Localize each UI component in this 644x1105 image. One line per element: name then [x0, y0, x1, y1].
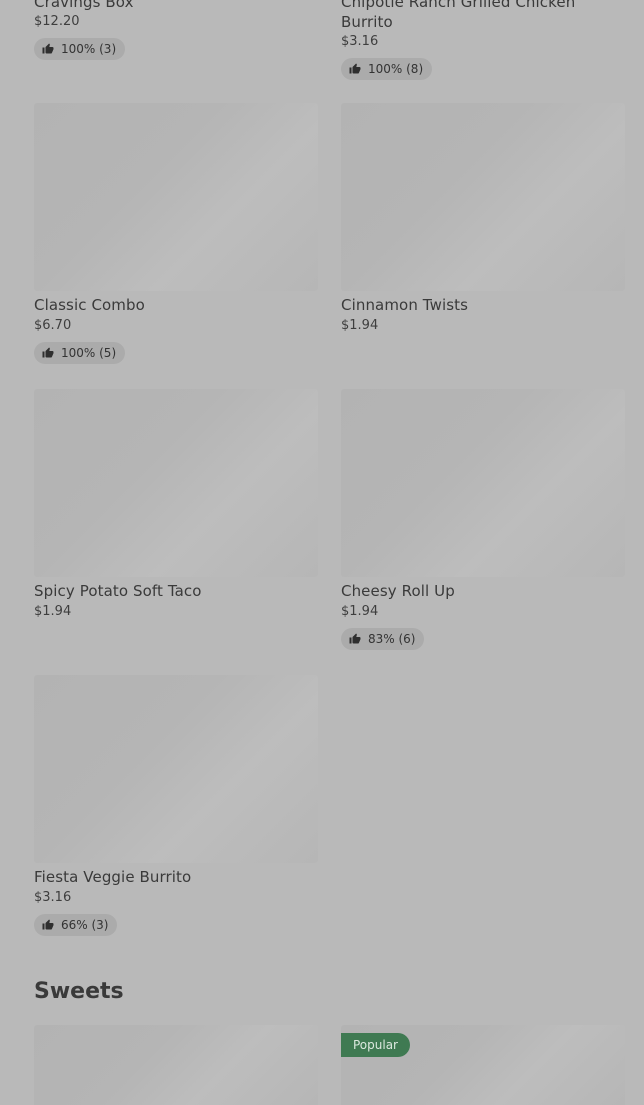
- menu-item-cinnamon-twists[interactable]: Cinnamon Twists $1.94: [341, 103, 625, 334]
- rating-badge: 83% (6): [341, 628, 425, 650]
- item-price: $12.20: [34, 14, 80, 29]
- item-name: Cheesy Roll Up: [341, 582, 455, 600]
- item-price: $1.94: [34, 604, 72, 619]
- menu-item-sweets-1[interactable]: [34, 1025, 318, 1105]
- item-name: Cravings Box: [34, 0, 134, 11]
- thumbs-up-icon: [349, 633, 361, 644]
- rating-text: 83% (6): [368, 632, 416, 646]
- item-name: Cinnamon Twists: [341, 296, 469, 314]
- rating-text: 100% (3): [61, 42, 117, 56]
- menu-item-sweets-2[interactable]: Popular: [341, 1025, 625, 1105]
- menu-item-cheesy-roll-up[interactable]: Cheesy Roll Up $1.94 83% (6): [341, 389, 625, 650]
- rating-text: 66% (3): [61, 918, 109, 932]
- thumbs-up-icon: [42, 347, 54, 358]
- rating-badge: 100% (3): [34, 38, 126, 60]
- item-name: Fiesta Veggie Burrito: [34, 868, 192, 886]
- rating-badge: 100% (8): [341, 58, 433, 80]
- rating-text: 100% (8): [368, 62, 424, 76]
- item-name: Chipotle Ranch Grilled Chicken Burrito: [341, 0, 576, 31]
- menu-item-fiesta-veggie-burrito[interactable]: Fiesta Veggie Burrito $3.16 66% (3): [34, 675, 318, 936]
- item-image: [34, 103, 318, 291]
- item-image: [341, 103, 625, 291]
- item-price: $1.94: [341, 604, 379, 619]
- rating-text: 100% (5): [61, 346, 117, 360]
- thumbs-up-icon: [349, 63, 361, 74]
- thumbs-up-icon: [42, 919, 54, 930]
- item-name: Spicy Potato Soft Taco: [34, 582, 202, 600]
- item-price: $1.94: [341, 318, 379, 333]
- rating-badge: 66% (3): [34, 914, 118, 936]
- popular-badge: Popular: [341, 1033, 410, 1057]
- item-price: $3.16: [34, 890, 72, 905]
- item-name: Classic Combo: [34, 296, 145, 314]
- item-price: $3.16: [341, 34, 379, 49]
- item-price: $6.70: [34, 318, 72, 333]
- rating-badge: 100% (5): [34, 342, 126, 364]
- menu-item-cravings-box[interactable]: Cravings Box $12.20 100% (3): [34, 0, 318, 60]
- item-image: [34, 1025, 318, 1105]
- menu-item-classic-combo[interactable]: Classic Combo $6.70 100% (5): [34, 103, 318, 364]
- menu-item-spicy-potato-soft-taco[interactable]: Spicy Potato Soft Taco $1.94: [34, 389, 318, 620]
- item-image: Popular: [341, 1025, 625, 1105]
- item-image: [341, 389, 625, 577]
- section-title-sweets: Sweets: [34, 979, 124, 1004]
- item-image: [34, 675, 318, 863]
- menu-item-chipotle-ranch-burrito[interactable]: Chipotle Ranch Grilled Chicken Burrito $…: [341, 0, 625, 80]
- item-image: [34, 389, 318, 577]
- thumbs-up-icon: [42, 43, 54, 54]
